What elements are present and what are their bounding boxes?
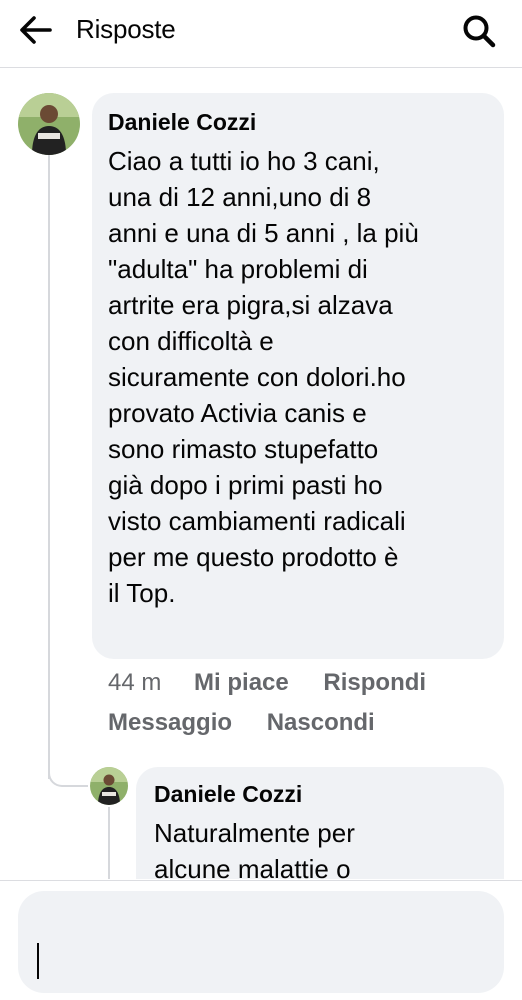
like-button[interactable]: Mi piace	[194, 669, 289, 697]
comment-text: Ciao a tutti io ho 3 cani, una di 12 ann…	[108, 146, 419, 608]
comment-actions-second-row: Messaggio Nascondi	[108, 709, 508, 737]
top-bar: Risposte	[0, 0, 522, 68]
reply-avatar[interactable]	[90, 767, 128, 805]
comment-time[interactable]: 44 m	[108, 669, 161, 697]
page-title: Risposte	[76, 14, 176, 44]
search-icon	[463, 15, 496, 48]
comment-actions: 44 m Mi piace Rispondi	[108, 669, 508, 697]
reply-bubble[interactable]: Daniele Cozzi Naturalmente per alcune ma…	[136, 767, 504, 879]
comment-bubble[interactable]: Daniele Cozzi Ciao a tutti io ho 3 cani,…	[92, 93, 504, 659]
replies-thread[interactable]: Daniele Cozzi Ciao a tutti io ho 3 cani,…	[0, 69, 522, 879]
thread-connector	[108, 807, 110, 879]
reply-text: Naturalmente per alcune malattie o	[154, 818, 355, 879]
thread-connector-elbow	[48, 769, 88, 787]
thread-connector	[48, 155, 50, 779]
arrow-left-icon	[20, 16, 52, 44]
text-caret	[37, 943, 39, 979]
comment-author[interactable]: Daniele Cozzi	[108, 109, 256, 136]
comment-input[interactable]	[18, 891, 504, 993]
message-button[interactable]: Messaggio	[108, 709, 232, 737]
reply-button[interactable]: Rispondi	[323, 669, 426, 697]
search-button[interactable]	[460, 12, 500, 50]
back-button[interactable]	[16, 12, 56, 48]
comment-composer-bar	[0, 880, 522, 1000]
reply-author[interactable]: Daniele Cozzi	[154, 781, 302, 808]
hide-button[interactable]: Nascondi	[267, 709, 375, 737]
avatar[interactable]	[18, 93, 80, 155]
